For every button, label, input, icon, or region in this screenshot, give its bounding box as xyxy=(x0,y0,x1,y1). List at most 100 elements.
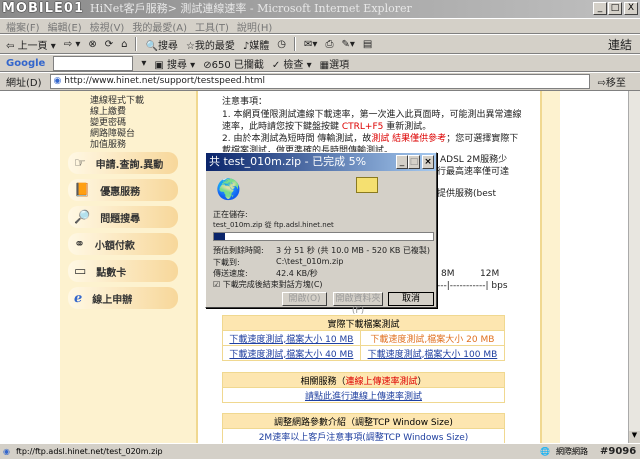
side-text: ADSL 2M服務少 xyxy=(440,155,508,165)
download-test-table: 實際下載檔案測試 下載速度測試,檔案大小 10 MB 下載速度測試,檔案大小 20… xyxy=(222,315,506,361)
sidebar-button-label: 點數卡 xyxy=(96,267,127,279)
download-10mb-link[interactable]: 下載速度測試,檔案大小 10 MB xyxy=(229,335,353,345)
dialog-title: 共 test_010m.zip - 已完成 5% xyxy=(209,155,367,168)
google-toolbar: Google ▾ ▣ 搜尋 ▾ ⊘650 已攔截 ✓ 檢查 ▾ ▦選項 xyxy=(0,54,640,72)
download-40mb-link[interactable]: 下載速度測試,檔案大小 40 MB xyxy=(229,350,353,360)
vertical-scrollbar[interactable]: ▼ xyxy=(628,91,640,443)
go-button[interactable]: ⇨移至 xyxy=(598,74,626,89)
rate-label: 傳送速度: xyxy=(213,269,248,278)
print-icon[interactable]: ⎙ xyxy=(325,39,333,50)
history-icon[interactable]: ◷ xyxy=(277,39,286,50)
scale-label: 12M xyxy=(480,269,500,279)
sidebar-button-micropay[interactable]: ⚭ 小額付款 xyxy=(68,233,178,255)
sidebar-button-online[interactable]: ℯ 線上申辦 xyxy=(68,287,178,309)
zone-label: 網際網路 xyxy=(556,447,588,456)
open-button: 開啟(O) xyxy=(282,292,327,306)
sidebar-link[interactable]: 加值服務 xyxy=(90,137,126,150)
google-search-input[interactable] xyxy=(53,55,134,71)
popup-blocked-button[interactable]: ⊘650 已攔截 xyxy=(203,56,264,71)
dialog-minimize-button[interactable]: _ xyxy=(396,155,408,169)
standard-toolbar: ⇦ 上一頁 ▾ ⇨ ▾ ⊗ ⟳ ⌂ 🔍搜尋 ☆我的最愛 ♪媒體 ◷ ✉▾ ⎙ ✎… xyxy=(0,34,640,54)
open-folder-button: 開啟資料夾(F) xyxy=(333,292,383,316)
dialog-close-button[interactable]: × xyxy=(422,155,434,169)
side-text: 提供服務(best xyxy=(437,189,496,199)
home-icon[interactable]: ⌂ xyxy=(121,39,127,50)
table-header: 相關服務（連線上傳速率測試） xyxy=(222,372,505,388)
discuss-icon[interactable]: ▤ xyxy=(363,39,372,50)
mail-icon[interactable]: ✉▾ xyxy=(304,39,317,50)
folder-icon xyxy=(356,177,378,193)
menu-edit[interactable]: 編輯(E) xyxy=(48,19,82,34)
sidebar-button-label: 問題搜尋 xyxy=(100,213,141,225)
note-1: 1. 本網頁僅限測試連線下載速率，第一次進入此頁面時，可能測出異常連線速率，此時… xyxy=(222,109,522,133)
address-bar: 網址(D) ◉ http://www.hinet.net/support/tes… xyxy=(0,72,640,91)
download-100mb-link[interactable]: 下載速度測試,檔案大小 100 MB xyxy=(368,350,498,360)
mobile01-logo: MOBILE01 xyxy=(2,1,84,16)
sidebar-button-label: 優惠服務 xyxy=(100,186,141,198)
options-button[interactable]: ▦選項 xyxy=(320,56,349,71)
window-title: HiNet客戶服務> 測試連線速率 - Microsoft Internet E… xyxy=(90,2,412,15)
spell-check-button[interactable]: ✓ 檢查 ▾ xyxy=(272,56,312,71)
card-icon: ▭ xyxy=(74,263,87,279)
address-url: http://www.hinet.net/support/testspeed.h… xyxy=(64,76,265,86)
notes-heading: 注意事項： xyxy=(222,97,268,107)
menu-favorites[interactable]: 我的最愛(A) xyxy=(132,19,187,34)
internet-zone-icon: 🌐 xyxy=(540,447,550,456)
header-red: 連線上傳速率測試 xyxy=(345,376,418,387)
scroll-down-button[interactable]: ▼ xyxy=(629,431,640,443)
tcp-window-link[interactable]: 2M速率以上客戶注意事項(調整TCP Windows Size) xyxy=(259,433,469,443)
hand-icon: ☞ xyxy=(74,155,86,171)
download-dialog: 共 test_010m.zip - 已完成 5% _ □ × 🌍 正在儲存: t… xyxy=(205,152,437,316)
search-button[interactable]: 🔍搜尋 xyxy=(145,37,177,52)
book-icon: 📙 xyxy=(74,182,91,198)
tcp-window-table: 調整網路參數介紹（調整TCP Window Size) 2M速率以上客戶注意事項… xyxy=(222,413,505,443)
go-label: 移至 xyxy=(605,78,626,89)
links-button[interactable]: 連結 xyxy=(608,36,632,53)
download-progress-bar xyxy=(213,232,434,241)
checkbox-label: 下載完成後結束對話方塊(C) xyxy=(222,280,323,289)
note-text: 重新測試。 xyxy=(383,122,432,132)
sidebar-button-apply[interactable]: ☞ 申請.查詢.異動 xyxy=(68,152,178,174)
favorites-button[interactable]: ☆我的最愛 xyxy=(186,37,235,52)
page-icon: ◉ xyxy=(53,76,62,86)
saving-label: 正在儲存: xyxy=(213,210,248,219)
menu-help[interactable]: 說明(H) xyxy=(237,19,272,34)
bps-label: | bps xyxy=(485,281,508,291)
ie-icon: ℯ xyxy=(74,290,83,306)
side-text: 行最高速率僅可達 xyxy=(437,167,510,177)
stop-icon[interactable]: ⊗ xyxy=(88,39,96,50)
google-search-button[interactable]: ▣ 搜尋 ▾ xyxy=(154,56,195,71)
dropdown-icon[interactable]: ▾ xyxy=(141,58,146,69)
note-text: 2. 由於本測試為短時間 傳輸測試，故 xyxy=(222,134,372,144)
maximize-button[interactable]: □ xyxy=(608,2,622,15)
forward-button[interactable]: ⇨ ▾ xyxy=(64,39,81,50)
back-button[interactable]: ⇦ 上一頁 ▾ xyxy=(6,37,56,52)
dialog-maximize-button: □ xyxy=(408,155,420,169)
table-header: 調整網路參數介紹（調整TCP Window Size) xyxy=(222,413,505,429)
close-on-complete-checkbox[interactable]: ☑ 下載完成後結束對話方塊(C) xyxy=(213,279,323,290)
sidebar-button-card[interactable]: ▭ 點數卡 xyxy=(68,260,178,282)
coins-icon: ⚭ xyxy=(74,236,85,252)
close-button[interactable]: X xyxy=(624,2,638,15)
magnifier-icon: 🔎 xyxy=(74,209,91,225)
download-20mb-link[interactable]: 下載速度測試,檔案大小 20 MB xyxy=(370,335,494,345)
menu-file[interactable]: 檔案(F) xyxy=(6,19,40,34)
menu-tools[interactable]: 工具(T) xyxy=(195,19,229,34)
watermark: #9096 xyxy=(600,446,637,457)
cancel-button[interactable]: 取消 xyxy=(388,292,434,306)
table-header: 實際下載檔案測試 xyxy=(222,315,505,331)
upload-test-link[interactable]: 請點此進行連線上傳速率測試 xyxy=(305,392,422,402)
menu-view[interactable]: 檢視(V) xyxy=(90,19,125,34)
edit-icon[interactable]: ✎▾ xyxy=(341,39,354,50)
media-button[interactable]: ♪媒體 xyxy=(243,37,269,52)
sidebar: 連線程式下載 線上繳費 變更密碼 網路障礙台 加值服務 ☞ 申請.查詢.異動 📙 優… xyxy=(60,91,198,443)
sidebar-button-faq[interactable]: 🔎 問題搜尋 xyxy=(68,206,178,228)
title-bar: HiNet客戶服務> 測試連線速率 - Microsoft Internet E… xyxy=(0,0,640,18)
destination-label: 下載到: xyxy=(213,258,240,267)
sidebar-button-promotions[interactable]: 📙 優惠服務 xyxy=(68,179,178,201)
refresh-icon[interactable]: ⟳ xyxy=(105,39,113,50)
options-label: 選項 xyxy=(329,59,350,71)
google-logo[interactable]: Google xyxy=(6,58,45,69)
minimize-button[interactable]: _ xyxy=(593,2,607,15)
address-input[interactable]: ◉ http://www.hinet.net/support/testspeed… xyxy=(49,74,590,89)
